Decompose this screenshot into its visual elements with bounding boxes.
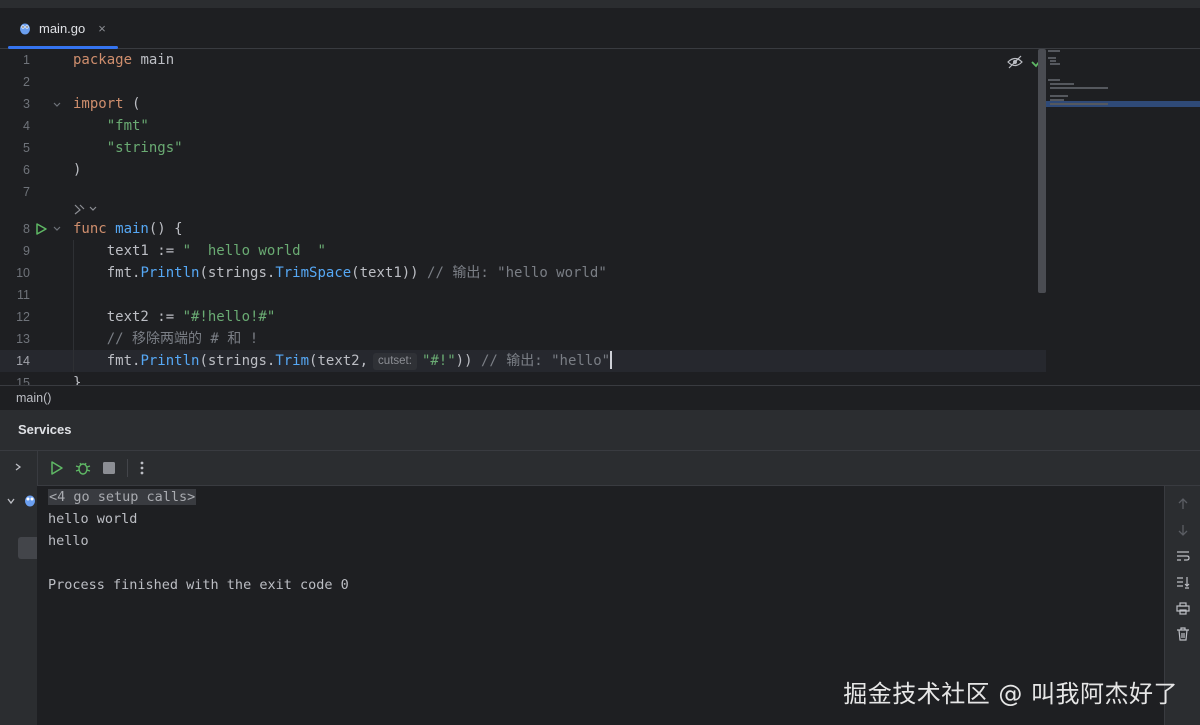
line-number: 15 (16, 376, 30, 385)
code-area[interactable]: package main import ( "fmt" "strings" ) … (73, 49, 1033, 385)
code-line-8: func main() { (73, 221, 183, 237)
minimap-line (1050, 63, 1060, 65)
line-number: 7 (23, 185, 30, 199)
console-line: hello world (48, 511, 138, 527)
services-title: Services (18, 422, 72, 437)
scroll-to-end-icon[interactable] (1176, 575, 1190, 589)
code-line-13: // 移除两端的 # 和 ! (106, 331, 259, 347)
tab-main-go[interactable]: main.go × (8, 8, 118, 49)
code-line-10: fmt.Println(strings.TrimSpace(text1)) //… (106, 265, 607, 281)
line-number: 13 (16, 332, 30, 346)
code-line-15: } (73, 375, 82, 385)
line-number: 10 (16, 266, 30, 280)
code-line-4: "fmt" (106, 118, 149, 134)
line-number: 11 (17, 288, 30, 302)
stop-icon[interactable] (102, 461, 116, 475)
minimap-line (1050, 60, 1056, 62)
close-icon[interactable]: × (98, 21, 106, 36)
chevron-right-icon[interactable] (13, 462, 23, 472)
text-caret (610, 351, 613, 369)
minimap-line (1050, 95, 1068, 97)
arrow-down-icon[interactable] (1176, 523, 1190, 537)
fold-chevron-icon[interactable] (52, 224, 62, 234)
line-number: 8 (23, 222, 30, 236)
line-number-current: 14 (16, 354, 30, 368)
reader-mode-icon[interactable] (1007, 55, 1023, 69)
trash-icon[interactable] (1176, 627, 1190, 641)
setup-calls-fold[interactable]: <4 go setup calls> (48, 489, 197, 505)
code-line-12: text2 := "#!hello!#" (106, 309, 276, 325)
print-icon[interactable] (1176, 601, 1190, 615)
minimap-line (1048, 57, 1056, 59)
services-tree[interactable] (0, 451, 38, 725)
line-number: 5 (23, 141, 30, 155)
minimap-line (1048, 50, 1060, 52)
gopher-hint-icon[interactable] (73, 202, 99, 216)
console-line: hello (48, 533, 89, 549)
window-top-strip (0, 0, 1200, 8)
watermark: 掘金技术社区 @ 叫我阿杰好了 (843, 680, 1178, 708)
go-file-icon (20, 23, 30, 35)
minimap-line (1050, 87, 1108, 89)
toolbar-separator (127, 459, 128, 477)
code-line-5: "strings" (106, 140, 183, 156)
console-line: Process finished with the exit code 0 (48, 577, 349, 593)
more-options-icon[interactable] (135, 460, 149, 476)
minimap-line (1050, 83, 1074, 85)
line-number: 3 (23, 97, 30, 111)
line-number: 9 (23, 244, 30, 258)
line-number: 4 (23, 119, 30, 133)
debug-icon[interactable] (75, 460, 91, 476)
line-number: 1 (23, 53, 30, 67)
code-line-14: fmt.Println(strings.Trim(text2, cutset: "#… (106, 351, 613, 370)
run-icon[interactable] (49, 460, 65, 476)
parameter-hint: cutset: (373, 353, 417, 370)
code-line-1: package main (73, 52, 175, 68)
console-line: <4 go setup calls> (48, 486, 197, 508)
code-line-6: ) (73, 162, 82, 178)
go-run-config-icon[interactable] (23, 493, 37, 507)
editor-tab-bar: main.go × (0, 8, 1200, 49)
chevron-down-icon[interactable] (6, 496, 16, 506)
services-header: Services (0, 410, 1200, 451)
code-editor[interactable]: 1 2 3 4 5 6 7 8 9 10 11 12 13 14 15 pack… (0, 49, 1200, 385)
editor-scrollbar[interactable] (1038, 49, 1046, 293)
minimap-line (1050, 103, 1108, 105)
minimap-line (1048, 79, 1060, 81)
line-gutter: 1 2 3 4 5 6 7 8 9 10 11 12 13 14 15 (0, 49, 70, 385)
soft-wrap-icon[interactable] (1176, 549, 1190, 563)
run-icon[interactable] (34, 222, 48, 236)
code-line-9: text1 := " hello world " (106, 243, 326, 259)
line-number: 2 (23, 75, 30, 89)
tab-label: main.go (39, 20, 86, 36)
arrow-up-icon[interactable] (1176, 497, 1190, 511)
line-number: 6 (23, 163, 30, 177)
minimap[interactable] (1046, 49, 1200, 385)
selected-tree-node[interactable] (18, 537, 37, 559)
services-toolbar (37, 451, 1200, 486)
fold-chevron-icon[interactable] (52, 100, 62, 110)
breadcrumb[interactable]: main() (0, 385, 1200, 409)
line-number: 12 (16, 310, 30, 324)
code-line-3: import ( (73, 96, 141, 112)
